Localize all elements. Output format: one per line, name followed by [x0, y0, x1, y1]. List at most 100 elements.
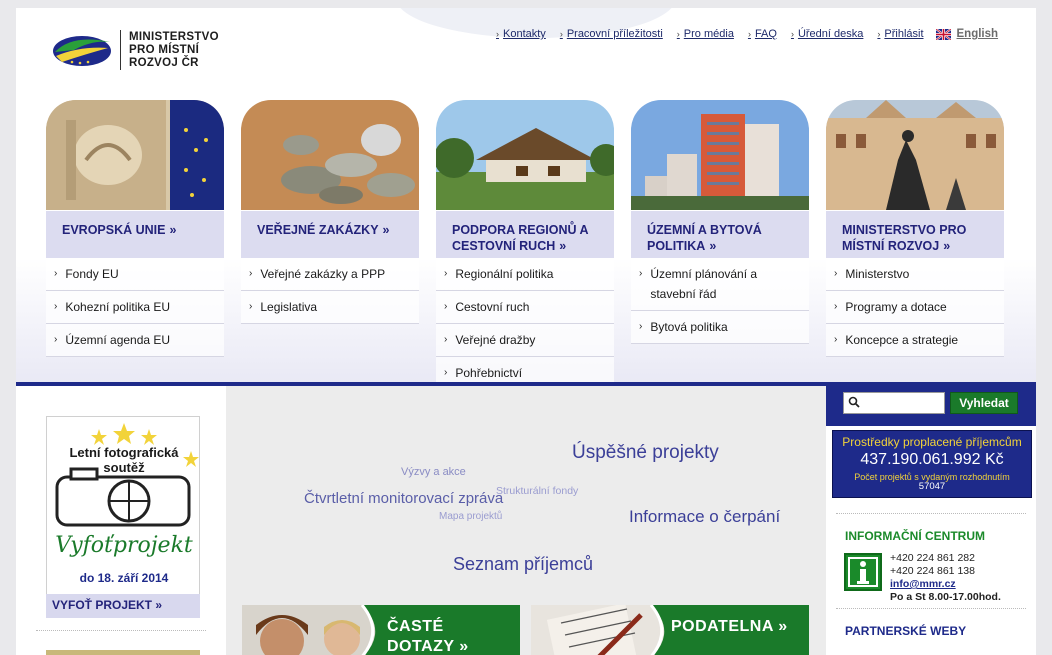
chevron-right-icon: › — [790, 29, 794, 39]
topnav-link-notice-board[interactable]: › Úřední deska — [791, 28, 863, 40]
column-title-public-contracts[interactable]: VEŘEJNÉ ZAKÁZKY» — [241, 210, 419, 258]
uk-flag-icon — [935, 28, 951, 40]
village-houses-photo[interactable] — [436, 100, 614, 210]
info-center-title: INFORMAČNÍ CENTRUM — [845, 529, 985, 543]
logo-text: MINISTERSTVO PRO MÍSTNÍ ROZVOJ ČR — [129, 31, 219, 70]
topnav-link-login[interactable]: › Přihlásit — [877, 28, 923, 40]
column-title-text: VEŘEJNÉ ZAKÁZKY — [257, 223, 379, 237]
column-link[interactable]: › Programy a dotace — [826, 291, 1004, 324]
column-title-text: PODPORA REGIONŮ A CESTOVNÍ RUCH — [452, 223, 589, 253]
info-glyph-icon — [848, 557, 878, 587]
column-links: › Regionální politika › Cestovní ruch › Veř… — [436, 258, 614, 390]
contest-script: Vyfoťprojekt — [55, 533, 193, 558]
info-icon[interactable] — [844, 553, 882, 591]
tile-label-line: PODATELNA » — [671, 618, 788, 635]
logo[interactable]: MINISTERSTVO PRO MÍSTNÍ ROZVOJ ČR — [52, 30, 219, 70]
partner-sites-title: PARTNERSKÉ WEBY — [845, 624, 967, 638]
logo-line: MINISTERSTVO — [129, 30, 219, 43]
column-link[interactable]: › Fondy EU — [46, 258, 224, 291]
chevron-right-icon: › — [249, 268, 253, 279]
column-link[interactable]: › Regionální politika — [436, 258, 614, 291]
column-link-label: Územní agenda EU — [65, 333, 171, 347]
funds-count: 57047 — [918, 481, 946, 492]
column-link-label: Územní plánování a stavební řád — [650, 267, 758, 301]
contest-title: Letní fotografická soutěž — [47, 445, 201, 475]
apartment-buildings-photo[interactable] — [631, 100, 809, 210]
column-link[interactable]: › Legislativa — [241, 291, 419, 324]
double-arrow-icon: » — [382, 223, 390, 237]
tile-label-line: ČASTÉ — [387, 618, 444, 635]
thumbnail-image[interactable] — [46, 650, 200, 655]
tag-link[interactable]: Úspěšné projekty — [572, 442, 719, 464]
chevron-right-icon: › — [496, 29, 499, 39]
mmr-logo-icon — [53, 36, 111, 66]
tag-link[interactable]: Čtvrtletní monitorovací zpráva — [304, 490, 503, 507]
column-title-territorial[interactable]: ÚZEMNÍ A BYTOVÁ POLITIKA» — [631, 210, 809, 258]
chevron-right-icon: › — [444, 268, 448, 279]
chevron-right-icon: › — [444, 334, 448, 345]
office-hours: Po a St 8.00-17.00hod. — [890, 591, 1001, 603]
divider — [836, 608, 1026, 609]
divider — [836, 513, 1026, 514]
column-links: › Ministerstvo › Programy a dotace › Koncep… — [826, 258, 1004, 357]
town-square-statue-photo[interactable] — [826, 100, 1004, 210]
tag-link[interactable]: Strukturální fondy — [496, 485, 578, 497]
search-icon — [848, 396, 860, 408]
camera-icon — [55, 423, 199, 527]
topnav-link-kontakty[interactable]: › Kontakty — [496, 28, 546, 40]
column-link[interactable]: › Koncepce a strategie — [826, 324, 1004, 357]
email-link[interactable]: info@mmr.cz — [890, 578, 1001, 591]
left-sidebar: Letní fotografická soutěž Vyfoťprojekt d… — [16, 386, 226, 655]
double-arrow-icon: » — [709, 239, 717, 253]
column-link[interactable]: › Ministerstvo — [826, 258, 1004, 291]
tag-link[interactable]: Mapa projektů — [439, 511, 502, 522]
eu-flag-building-photo[interactable] — [46, 100, 224, 210]
column-link[interactable]: › Územní agenda EU — [46, 324, 224, 357]
tile-label-line: DOTAZY » — [387, 638, 469, 655]
column-link[interactable]: › Územní plánování a stavební řád — [631, 258, 809, 311]
divider — [36, 630, 206, 631]
chevron-right-icon: › — [834, 334, 838, 345]
faq-tile-image — [242, 605, 520, 655]
column-ministry: MINISTERSTVO PRO MÍSTNÍ ROZVOJ» › Ministe… — [826, 100, 1004, 357]
phone-number: +420 224 861 282 — [890, 552, 975, 564]
faq-tile[interactable]: ČASTÉ DOTAZY » — [242, 605, 520, 655]
column-links: › Územní plánování a stavební řád › Bytová… — [631, 258, 809, 344]
chevron-right-icon: › — [559, 29, 563, 39]
column-title-regions[interactable]: PODPORA REGIONŮ A CESTOVNÍ RUCH» — [436, 210, 614, 258]
topnav-link-media[interactable]: › Pro média — [677, 28, 734, 40]
column-image — [826, 100, 1004, 210]
column-link[interactable]: › Bytová politika — [631, 311, 809, 344]
funds-title: Prostředky proplacené příjemcům — [842, 435, 1022, 449]
column-title-eu[interactable]: EVROPSKÁ UNIE» — [46, 210, 224, 258]
column-link[interactable]: › Veřejné zakázky a PPP — [241, 258, 419, 291]
chevron-right-icon: › — [444, 367, 448, 378]
search-button[interactable]: Vyhledat — [950, 392, 1018, 414]
column-title-ministry[interactable]: MINISTERSTVO PRO MÍSTNÍ ROZVOJ» — [826, 210, 1004, 258]
topnav-link-faq[interactable]: › FAQ — [748, 28, 777, 40]
topnav-label: Pro média — [683, 28, 734, 40]
column-link[interactable]: › Kohezní politika EU — [46, 291, 224, 324]
topnav-label: Kontakty — [503, 28, 546, 40]
column-link[interactable]: › Veřejné dražby — [436, 324, 614, 357]
search-bar: Vyhledat — [826, 386, 1036, 426]
funds-counter: Prostředky proplacené příjemcům 437.190.… — [832, 430, 1032, 498]
registry-tile[interactable]: PODATELNA » — [531, 605, 809, 655]
photo-contest-banner[interactable]: Letní fotografická soutěž Vyfoťprojekt d… — [46, 416, 200, 618]
contest-link[interactable]: VYFOŤ PROJEKT » — [46, 594, 200, 618]
column-image — [436, 100, 614, 210]
coins-photo[interactable] — [241, 100, 419, 210]
double-arrow-icon: » — [169, 223, 177, 237]
column-link[interactable]: › Cestovní ruch — [436, 291, 614, 324]
tag-link[interactable]: Informace o čerpání — [629, 507, 780, 527]
column-link-label: Koncepce a strategie — [845, 333, 959, 347]
logo-separator — [120, 30, 121, 70]
funds-amount: 437.190.061.992 Kč — [860, 451, 1004, 468]
tag-link[interactable]: Výzvy a akce — [401, 466, 466, 478]
tag-link[interactable]: Seznam příjemců — [453, 554, 593, 575]
logo-line: PRO MÍSTNÍ — [129, 43, 200, 56]
language-switch[interactable]: English — [935, 28, 998, 40]
topnav-link-jobs[interactable]: › Pracovní příležitosti — [560, 28, 663, 40]
column-link-label: Ministerstvo — [845, 267, 910, 281]
chevron-right-icon: › — [834, 301, 838, 312]
